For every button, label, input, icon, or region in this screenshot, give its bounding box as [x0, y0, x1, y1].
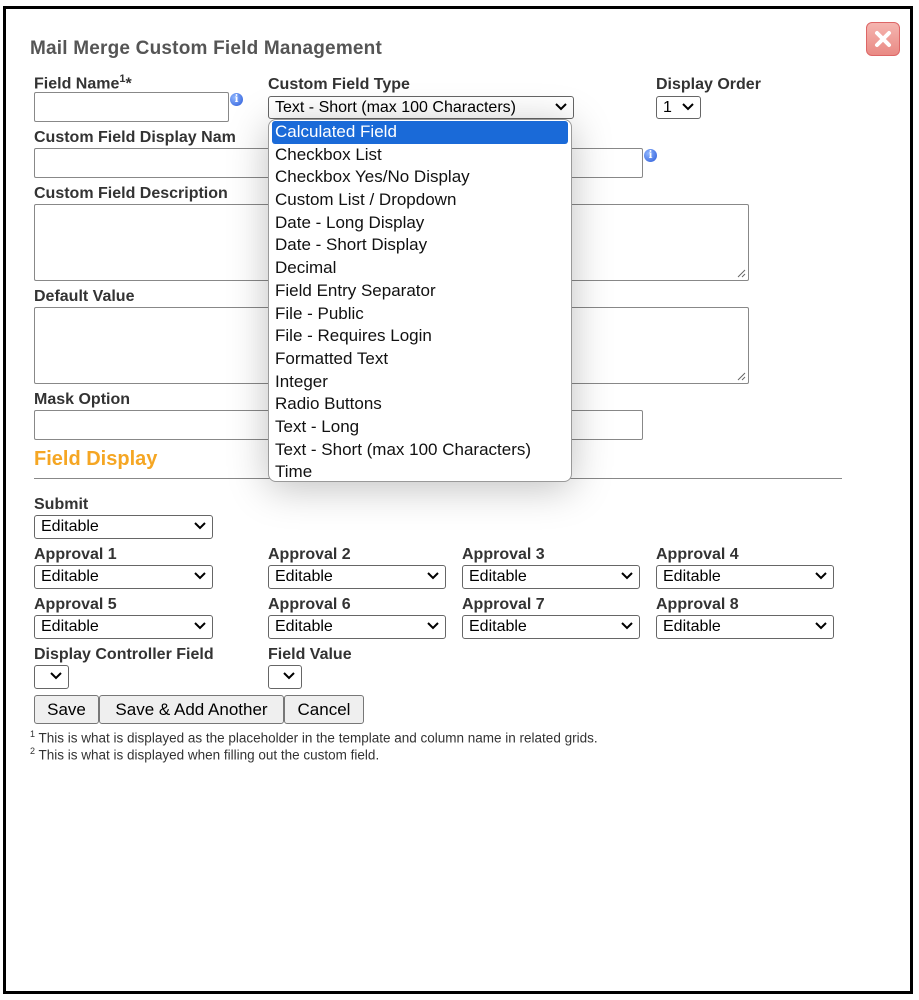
field-display-title: Field Display: [34, 448, 158, 470]
approval-8-select[interactable]: Editable: [656, 615, 834, 639]
footnote-1: 1 This is what is displayed as the place…: [30, 729, 598, 746]
dropdown-option[interactable]: Checkbox Yes/No Display: [269, 166, 571, 189]
approval-3-select[interactable]: Editable: [462, 565, 640, 589]
dropdown-option[interactable]: Calculated Field: [272, 121, 568, 144]
custom-field-type-value: Text - Short (max 100 Characters): [275, 98, 516, 116]
display-order-label: Display Order: [656, 76, 761, 93]
approval-4-value: Editable: [663, 568, 721, 585]
approval-8-value: Editable: [663, 618, 721, 635]
resize-handle-icon[interactable]: [736, 268, 746, 278]
approval-1-select[interactable]: Editable: [34, 565, 213, 589]
approval-6-value: Editable: [275, 618, 333, 635]
dropdown-option[interactable]: File - Requires Login: [269, 325, 571, 348]
default-value-label: Default Value: [34, 288, 135, 305]
description-label: Custom Field Description: [34, 185, 228, 202]
field-name-label: Field Name1*: [34, 73, 132, 93]
dropdown-option[interactable]: Text - Long: [269, 416, 571, 439]
submit-value: Editable: [41, 518, 99, 535]
chevron-down-icon: [555, 102, 567, 110]
custom-field-type-label: Custom Field Type: [268, 76, 410, 93]
chevron-down-icon: [815, 622, 827, 630]
chevron-down-icon: [194, 622, 206, 630]
approval-6-select[interactable]: Editable: [268, 615, 446, 639]
dropdown-option[interactable]: Field Entry Separator: [269, 280, 571, 303]
display-order-select[interactable]: 1: [656, 96, 701, 119]
dropdown-option[interactable]: File - Public: [269, 303, 571, 326]
approval-4-label: Approval 4: [656, 546, 739, 563]
cancel-button[interactable]: Cancel: [284, 695, 364, 724]
custom-field-type-select[interactable]: Text - Short (max 100 Characters): [268, 96, 574, 119]
approval-4-select[interactable]: Editable: [656, 565, 834, 589]
info-icon[interactable]: i: [230, 93, 243, 106]
display-controller-field-select[interactable]: [34, 665, 69, 689]
footnote-2: 2 This is what is displayed when filling…: [30, 746, 380, 763]
chevron-down-icon: [621, 572, 633, 580]
approval-7-select[interactable]: Editable: [462, 615, 640, 639]
close-button[interactable]: [866, 22, 900, 56]
save-button[interactable]: Save: [34, 695, 99, 724]
approval-8-label: Approval 8: [656, 596, 739, 613]
approval-7-label: Approval 7: [462, 596, 545, 613]
display-controller-field-label: Display Controller Field: [34, 646, 214, 663]
dropdown-option[interactable]: Checkbox List: [269, 144, 571, 167]
chevron-down-icon: [815, 572, 827, 580]
approval-1-value: Editable: [41, 568, 99, 585]
dropdown-option[interactable]: Custom List / Dropdown: [269, 189, 571, 212]
resize-handle-icon[interactable]: [736, 371, 746, 381]
dropdown-option[interactable]: Radio Buttons: [269, 393, 571, 416]
approval-5-label: Approval 5: [34, 596, 117, 613]
approval-2-select[interactable]: Editable: [268, 565, 446, 589]
chevron-down-icon: [194, 522, 206, 530]
chevron-down-icon: [283, 672, 295, 680]
dropdown-option[interactable]: Date - Long Display: [269, 212, 571, 235]
save-add-another-button[interactable]: Save & Add Another: [99, 695, 284, 724]
display-name-label: Custom Field Display Nam: [34, 129, 236, 146]
dropdown-option[interactable]: Text - Short (max 100 Characters): [269, 439, 571, 462]
chevron-down-icon: [621, 622, 633, 630]
dropdown-option[interactable]: Date - Short Display: [269, 234, 571, 257]
dropdown-option[interactable]: Time: [269, 461, 571, 481]
chevron-down-icon: [682, 102, 694, 110]
approval-5-value: Editable: [41, 618, 99, 635]
approval-5-select[interactable]: Editable: [34, 615, 213, 639]
approval-1-label: Approval 1: [34, 546, 117, 563]
approval-2-value: Editable: [275, 568, 333, 585]
field-value-select[interactable]: [268, 665, 302, 689]
approval-3-label: Approval 3: [462, 546, 545, 563]
info-icon[interactable]: i: [644, 149, 657, 162]
mask-option-label: Mask Option: [34, 391, 131, 408]
approval-7-value: Editable: [469, 618, 527, 635]
chevron-down-icon: [427, 572, 439, 580]
dropdown-option[interactable]: Decimal: [269, 257, 571, 280]
approval-2-label: Approval 2: [268, 546, 351, 563]
submit-select[interactable]: Editable: [34, 515, 213, 539]
chevron-down-icon: [427, 622, 439, 630]
dialog-title: Mail Merge Custom Field Management: [30, 38, 383, 59]
approval-3-value: Editable: [469, 568, 527, 585]
approval-6-label: Approval 6: [268, 596, 351, 613]
submit-label: Submit: [34, 496, 89, 513]
field-name-input[interactable]: [34, 92, 229, 122]
display-order-value: 1: [663, 98, 672, 116]
close-icon: [875, 31, 891, 47]
dropdown-option[interactable]: Integer: [269, 371, 571, 394]
chevron-down-icon: [50, 672, 62, 680]
field-value-label: Field Value: [268, 646, 352, 663]
dropdown-option[interactable]: Formatted Text: [269, 348, 571, 371]
chevron-down-icon: [194, 572, 206, 580]
custom-field-type-dropdown[interactable]: Calculated Field Checkbox List Checkbox Ye…: [268, 119, 572, 482]
